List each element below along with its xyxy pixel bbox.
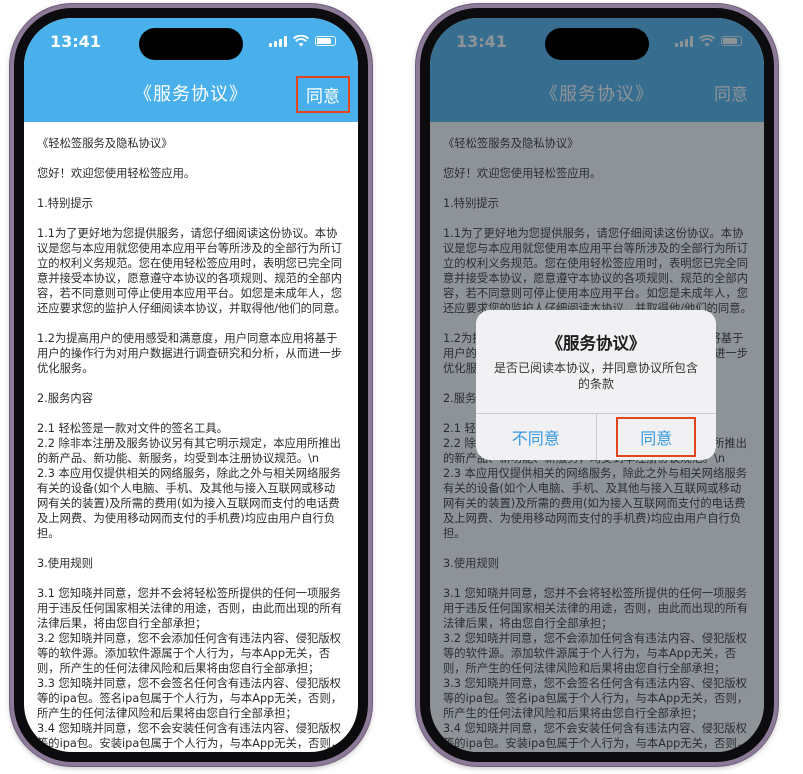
disagree-button[interactable]: 不同意 [476, 414, 597, 460]
dynamic-island [139, 28, 243, 60]
phone-bezel: 13:41 《服务协议》 同意 《轻松签服务及隐私协议》 您好！欢迎您使用轻松签… [420, 8, 774, 762]
agreement-paragraph: 3.1 您知晓并同意，您并不会将轻松签所提供的任何一项服务用于违反任何国家相关法… [37, 587, 343, 750]
agreement-paragraph: 1.特别提示 [37, 197, 93, 210]
agreement-paragraph: 1.2为提高用户的使用感受和满意度，用户同意本应用将基于用户的操作行为对用户数据… [37, 332, 343, 375]
agree-button[interactable]: 同意 [296, 76, 350, 113]
dialog-message: 是否已阅读本协议，并同意协议所包含的条款 [494, 361, 699, 391]
phone-frame-left: 13:41 《服务协议》 同意 《轻松签服务及隐私协议》 您好！欢迎您使用轻松签… [10, 4, 372, 766]
agreement-paragraph: 2.服务内容 [37, 392, 93, 405]
battery-icon [315, 36, 336, 46]
wifi-icon [293, 35, 309, 47]
agree-dialog-button-label: 同意 [616, 417, 697, 457]
screen-agreement-dialog: 13:41 《服务协议》 同意 《轻松签服务及隐私协议》 您好！欢迎您使用轻松签… [430, 18, 764, 752]
agreement-dialog: 《服务协议》 是否已阅读本协议，并同意协议所包含的条款 不同意 同意 [476, 310, 716, 460]
dynamic-island [545, 28, 649, 60]
agreement-paragraph: 您好！欢迎您使用轻松签应用。 [37, 167, 196, 180]
phone-frame-right: 13:41 《服务协议》 同意 《轻松签服务及隐私协议》 您好！欢迎您使用轻松签… [416, 4, 778, 766]
screen-agreement: 13:41 《服务协议》 同意 《轻松签服务及隐私协议》 您好！欢迎您使用轻松签… [24, 18, 358, 752]
agreement-paragraph: 3.使用规则 [37, 557, 93, 570]
agreement-paragraph: 1.1为了更好地为您提供服务，请您仔细阅读这份协议。本协议是您与本应用就您使用本… [37, 227, 346, 315]
agreement-paragraph: 2.1 轻松签是一款对文件的签名工具。 2.2 除非本注册及服务协议另有其它明示… [37, 422, 341, 540]
status-icons [269, 35, 336, 47]
agreement-paragraph: 《轻松签服务及隐私协议》 [37, 137, 173, 150]
signal-icon [269, 35, 287, 47]
phone-bezel: 13:41 《服务协议》 同意 《轻松签服务及隐私协议》 您好！欢迎您使用轻松签… [14, 8, 368, 762]
agreement-content: 《轻松签服务及隐私协议》 您好！欢迎您使用轻松签应用。 1.特别提示 1.1为了… [24, 122, 358, 752]
agree-dialog-button[interactable]: 同意 [597, 414, 717, 460]
disagree-button-label: 不同意 [511, 429, 560, 448]
dialog-title: 《服务协议》 [546, 334, 646, 353]
status-time: 13:41 [50, 32, 101, 51]
dialog-buttons: 不同意 同意 [476, 413, 716, 460]
